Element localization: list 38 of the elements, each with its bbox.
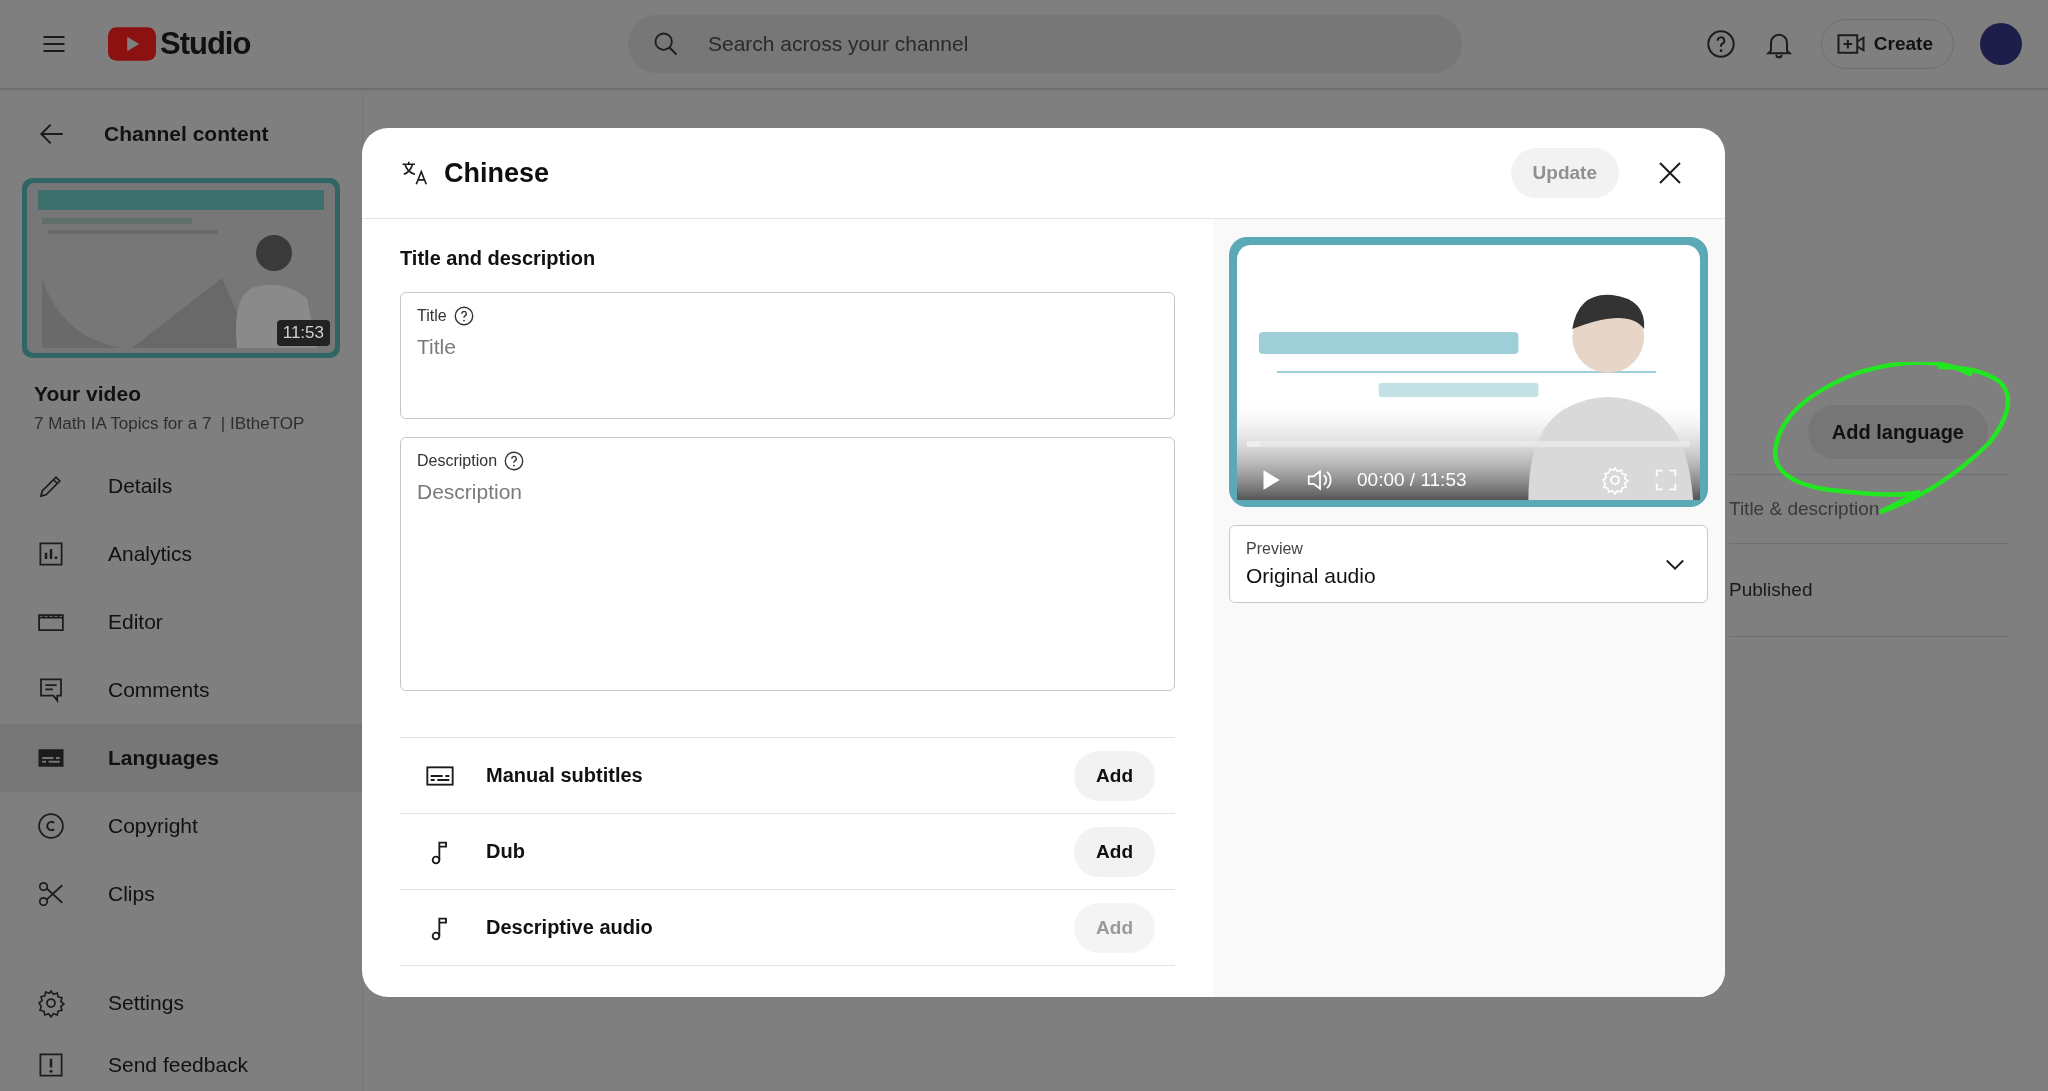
search-field[interactable]: Search across your channel bbox=[628, 15, 1462, 73]
nav-item[interactable]: Languages bbox=[0, 724, 362, 792]
settings-icon bbox=[36, 988, 66, 1018]
track-label: Manual subtitles bbox=[486, 764, 643, 787]
add-button[interactable]: Add bbox=[1074, 826, 1155, 877]
nav-item[interactable]: Editor bbox=[0, 588, 362, 656]
play-logo-icon bbox=[108, 27, 156, 61]
search-icon bbox=[652, 30, 680, 58]
nav-item[interactable]: Clips bbox=[0, 860, 362, 928]
nav-item[interactable]: Comments bbox=[0, 656, 362, 724]
add-language-button[interactable]: Add language bbox=[1807, 405, 1988, 459]
time-display: 00:00 / 11:53 bbox=[1357, 469, 1467, 491]
back-label[interactable]: Channel content bbox=[104, 122, 269, 146]
nav-item[interactable]: Details bbox=[0, 452, 362, 520]
help-icon[interactable] bbox=[503, 450, 526, 472]
field-label: Title bbox=[417, 307, 447, 325]
nav-item[interactable]: Copyright bbox=[0, 792, 362, 860]
table-cell: Title & description bbox=[1729, 498, 1880, 520]
video-title: 7 Math IA Topics for a 7 | IBtheTOP bbox=[34, 414, 306, 434]
table-cell: Published bbox=[1729, 579, 1813, 601]
track-label: Descriptive audio bbox=[486, 916, 653, 939]
duration-badge: 11:53 bbox=[276, 320, 330, 346]
nav-item[interactable]: Settings bbox=[0, 972, 362, 1034]
nav-item[interactable]: Analytics bbox=[0, 520, 362, 588]
dropdown-label: Preview bbox=[1246, 540, 1304, 558]
section-heading: Title and description bbox=[400, 247, 597, 270]
add-button[interactable]: Add bbox=[1074, 750, 1155, 801]
nav-item[interactable]: Send feedback bbox=[0, 1034, 362, 1091]
logo-text: Studio bbox=[160, 26, 251, 62]
dialog-title: Chinese bbox=[444, 157, 550, 189]
field-label: Description bbox=[417, 452, 498, 470]
copyright-icon bbox=[36, 811, 66, 841]
dropdown-value: Original audio bbox=[1246, 564, 1377, 588]
video-heading: Your video bbox=[34, 382, 142, 406]
avatar[interactable] bbox=[1980, 23, 2022, 65]
help-icon[interactable] bbox=[452, 305, 475, 327]
track-label: Dub bbox=[486, 840, 525, 863]
preview-dropdown[interactable]: Preview Original audio bbox=[1229, 525, 1708, 603]
